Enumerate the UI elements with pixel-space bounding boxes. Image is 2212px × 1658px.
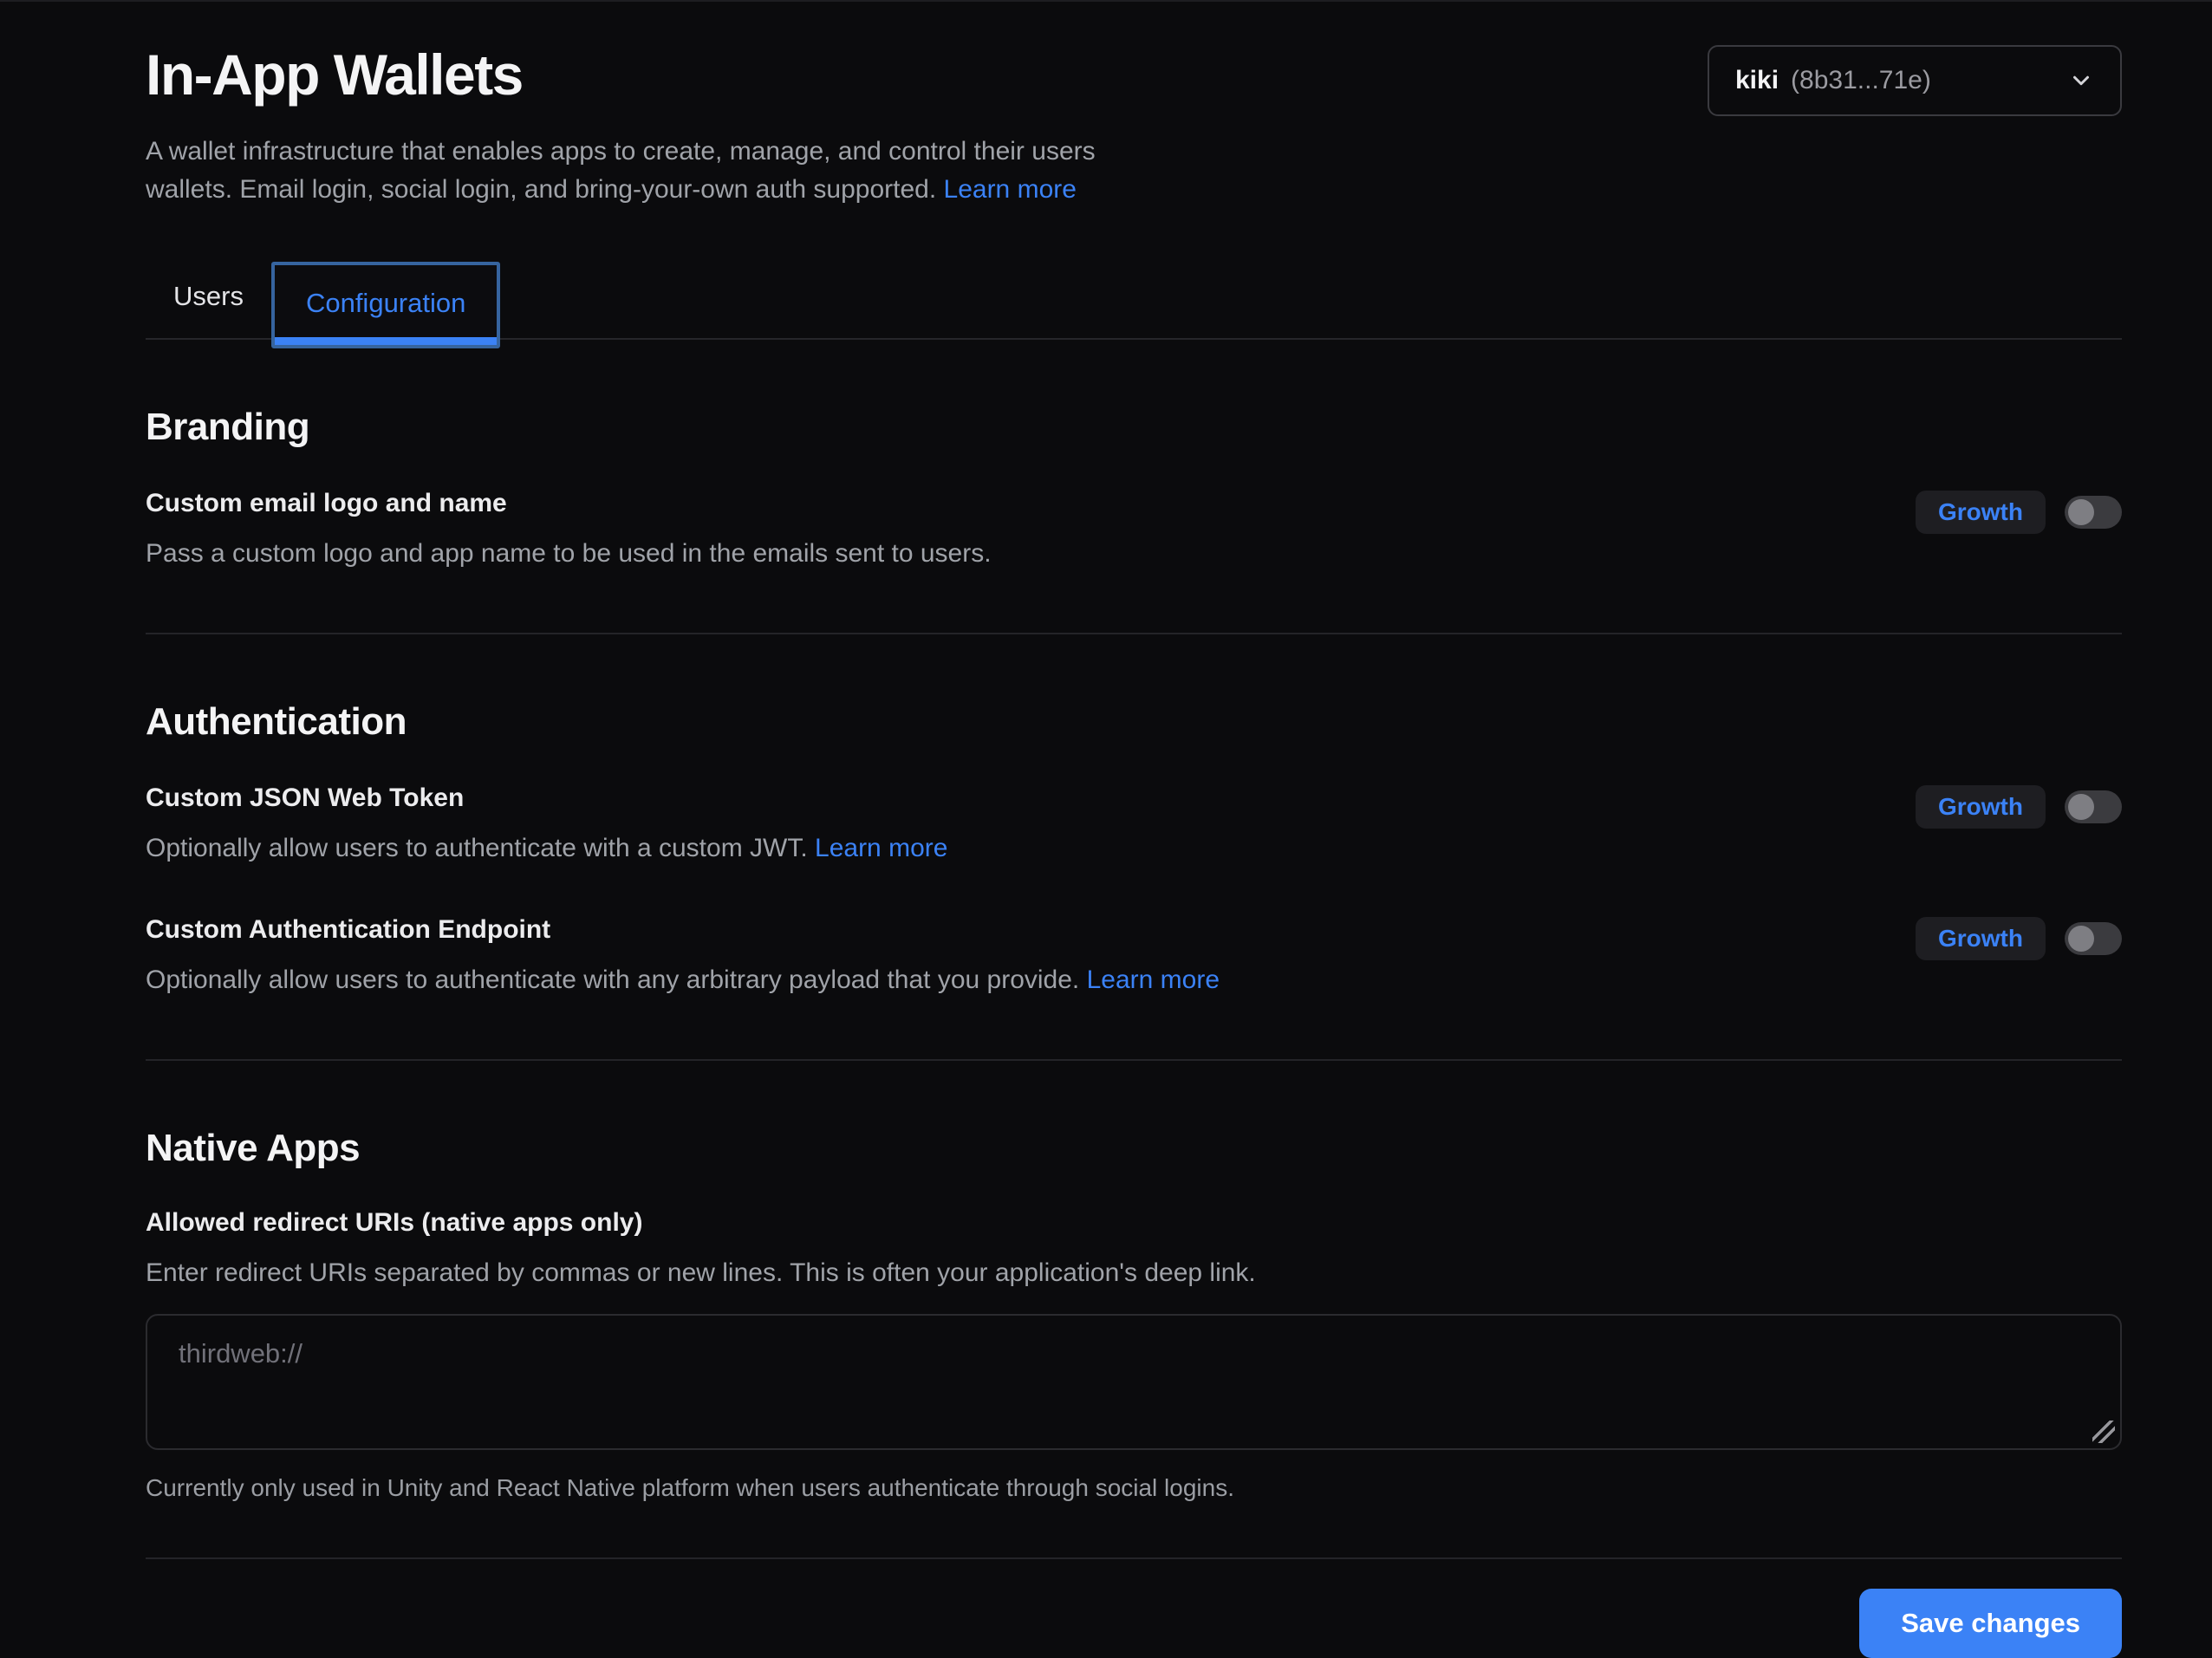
page-title: In-App Wallets xyxy=(146,45,1134,105)
setting-description: Pass a custom logo and app name to be us… xyxy=(146,536,992,572)
setting-text: Custom Authentication Endpoint Optionall… xyxy=(146,915,1220,998)
page-description: A wallet infrastructure that enables app… xyxy=(146,133,1134,208)
chevron-down-icon xyxy=(2068,68,2094,94)
divider xyxy=(146,1557,2122,1559)
growth-plan-badge[interactable]: Growth xyxy=(1916,785,2046,829)
setting-row-custom-email-logo: Custom email logo and name Pass a custom… xyxy=(146,489,2122,572)
growth-plan-badge[interactable]: Growth xyxy=(1916,917,2046,960)
setting-controls: Growth xyxy=(1916,915,2122,960)
header-learn-more-link[interactable]: Learn more xyxy=(944,175,1077,204)
setting-controls: Growth xyxy=(1916,783,2122,829)
setting-description-text: Optionally allow users to authenticate w… xyxy=(146,966,1079,994)
growth-plan-badge[interactable]: Growth xyxy=(1916,491,2046,534)
tab-list: Users Configuration xyxy=(146,260,2122,340)
setting-label: Custom JSON Web Token xyxy=(146,783,947,813)
custom-email-logo-toggle[interactable] xyxy=(2065,496,2122,529)
custom-auth-endpoint-toggle[interactable] xyxy=(2065,922,2122,955)
custom-jwt-toggle[interactable] xyxy=(2065,790,2122,823)
section-authentication: Authentication Custom JSON Web Token Opt… xyxy=(146,634,2122,998)
toggle-knob xyxy=(2068,499,2094,525)
tab-configuration[interactable]: Configuration xyxy=(271,262,500,348)
setting-text: Custom JSON Web Token Optionally allow u… xyxy=(146,783,947,867)
jwt-learn-more-link[interactable]: Learn more xyxy=(815,834,947,862)
setting-label: Custom email logo and name xyxy=(146,489,992,518)
in-app-wallets-page: In-App Wallets A wallet infrastructure t… xyxy=(0,2,2212,1658)
project-selector-dropdown[interactable]: kiki (8b31...71e) xyxy=(1708,45,2122,116)
page-header: In-App Wallets A wallet infrastructure t… xyxy=(146,45,2122,208)
authentication-heading: Authentication xyxy=(146,700,2122,744)
redirect-uris-input[interactable] xyxy=(146,1314,2122,1450)
section-native-apps: Native Apps Allowed redirect URIs (nativ… xyxy=(146,1061,2122,1502)
setting-text: Custom email logo and name Pass a custom… xyxy=(146,489,992,572)
setting-description: Optionally allow users to authenticate w… xyxy=(146,962,1220,998)
redirect-uris-helper: Currently only used in Unity and React N… xyxy=(146,1474,2122,1502)
project-id: (8b31...71e) xyxy=(1791,66,1931,95)
setting-description-text: Optionally allow users to authenticate w… xyxy=(146,834,808,862)
redirect-uris-label: Allowed redirect URIs (native apps only) xyxy=(146,1208,2122,1238)
redirect-uris-field: Allowed redirect URIs (native apps only)… xyxy=(146,1208,2122,1502)
redirect-uris-textarea-wrap xyxy=(146,1314,2122,1450)
save-changes-button[interactable]: Save changes xyxy=(1859,1589,2122,1658)
branding-heading: Branding xyxy=(146,406,2122,449)
redirect-uris-description: Enter redirect URIs separated by commas … xyxy=(146,1255,2122,1291)
footer: Save changes xyxy=(146,1589,2122,1658)
section-branding: Branding Custom email logo and name Pass… xyxy=(146,340,2122,572)
tab-users[interactable]: Users xyxy=(146,260,271,333)
toggle-knob xyxy=(2068,926,2094,952)
page-header-text: In-App Wallets A wallet infrastructure t… xyxy=(146,45,1134,208)
toggle-knob xyxy=(2068,794,2094,820)
setting-description: Optionally allow users to authenticate w… xyxy=(146,830,947,867)
setting-label: Custom Authentication Endpoint xyxy=(146,915,1220,945)
project-name: kiki xyxy=(1735,66,1779,95)
auth-endpoint-learn-more-link[interactable]: Learn more xyxy=(1087,966,1220,994)
setting-row-custom-auth-endpoint: Custom Authentication Endpoint Optionall… xyxy=(146,915,2122,998)
setting-row-custom-jwt: Custom JSON Web Token Optionally allow u… xyxy=(146,783,2122,867)
native-apps-heading: Native Apps xyxy=(146,1127,2122,1170)
setting-controls: Growth xyxy=(1916,489,2122,534)
